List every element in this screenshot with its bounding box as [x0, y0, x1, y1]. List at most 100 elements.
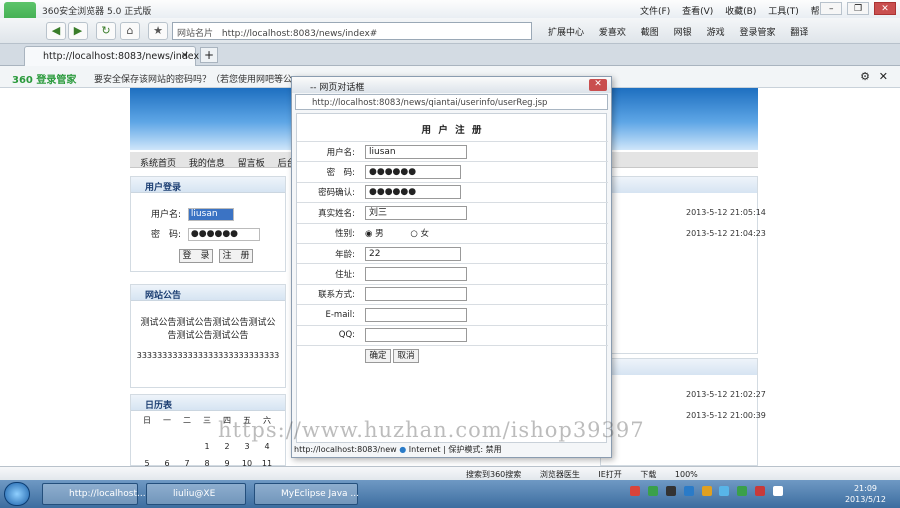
username-input[interactable]: liusan — [365, 144, 467, 159]
site-card-label[interactable]: 网站名片 — [177, 29, 213, 39]
clock[interactable]: 21:09 2013/5/12 — [845, 483, 886, 505]
dialog-title: -- 网页对话框 — [310, 83, 365, 93]
tray-icon[interactable] — [737, 486, 748, 496]
age-input[interactable]: 22 — [365, 246, 461, 261]
calendar-day — [137, 432, 157, 449]
status-zoom[interactable]: 100% — [675, 470, 698, 479]
submit-button[interactable]: 确定 — [365, 348, 391, 363]
message-date: 2013-5-12 21:02:27 — [686, 390, 766, 399]
login-panel-title: 用户登录 — [131, 177, 285, 193]
calendar-day[interactable]: 3 — [237, 442, 257, 459]
tray-icon[interactable] — [647, 486, 658, 496]
weekday-mon: 一 — [163, 416, 171, 425]
weekday-tue: 二 — [183, 416, 191, 425]
toolbar-games[interactable]: 游戏 — [707, 28, 725, 38]
tray-icon[interactable] — [719, 486, 730, 496]
confirm-password-input[interactable]: ●●●●●● — [365, 185, 461, 200]
address-bar[interactable]: 网站名片 http://localhost:8083/news/index# — [172, 22, 532, 40]
menu-file[interactable]: 文件(F) — [640, 7, 670, 17]
maximize-icon[interactable]: ❐ — [847, 2, 870, 15]
dialog-status-bar: http://localhost:8083/new ● Internet | 保… — [294, 442, 609, 456]
calendar-panel-title: 日历表 — [131, 395, 285, 411]
window-title: 360安全浏览器 5.0 正式版 — [42, 7, 152, 17]
register-button[interactable]: 注 册 — [219, 249, 253, 263]
tab-close-icon[interactable]: × — [181, 50, 189, 61]
address-input[interactable] — [365, 267, 467, 282]
field-label: 性别: — [297, 222, 359, 244]
calendar-day — [177, 432, 197, 449]
status-search[interactable]: 搜索到360搜索 — [466, 470, 521, 479]
status-download[interactable]: 下载 — [640, 470, 656, 479]
calendar-day — [157, 432, 177, 449]
field-label: 密 码: — [297, 161, 359, 183]
dialog-close-icon[interactable]: ✕ — [589, 79, 607, 91]
status-doctor[interactable]: 浏览器医生 — [540, 470, 580, 479]
window-controls: – ❐ ✕ — [818, 2, 896, 15]
toolbar-extensions[interactable]: 扩展中心 — [548, 28, 584, 38]
tray-icon[interactable] — [683, 486, 694, 496]
field-label: 密码确认: — [297, 181, 359, 203]
tray-icon[interactable] — [665, 486, 676, 496]
menu-favorites[interactable]: 收藏(B) — [725, 7, 756, 17]
calendar-day[interactable]: 2 — [217, 442, 237, 459]
login-password-label: 密 码: — [151, 230, 182, 240]
gear-icon[interactable]: ⚙ — [860, 70, 870, 83]
task-myeclipse[interactable]: MyEclipse Java ... — [254, 483, 359, 505]
menu-view[interactable]: 查看(V) — [682, 7, 713, 17]
new-tab-icon[interactable]: + — [200, 47, 218, 63]
back-icon[interactable]: ◀ — [46, 22, 66, 40]
calendar-day[interactable]: 4 — [257, 442, 277, 459]
minimize-icon[interactable]: – — [820, 2, 843, 15]
login-button[interactable]: 登 录 — [179, 249, 213, 263]
clock-date: 2013/5/12 — [844, 495, 886, 504]
email-input[interactable] — [365, 307, 467, 322]
tray-icon[interactable] — [701, 486, 712, 496]
news-panel-header — [601, 177, 757, 193]
toolbar-favorites[interactable]: 爱喜欢 — [599, 28, 626, 38]
home-icon[interactable]: ⌂ — [120, 22, 140, 40]
real-name-input[interactable]: 刘三 — [365, 205, 467, 220]
toolbar-bank[interactable]: 网银 — [674, 28, 692, 38]
login-username-label: 用户名: — [151, 210, 182, 220]
browser-status-bar: 搜索到360搜索 浏览器医生 IE打开 下载 100% — [0, 466, 900, 480]
menu-tools[interactable]: 工具(T) — [768, 7, 799, 17]
toolbar-screenshot[interactable]: 截图 — [641, 28, 659, 38]
password-input[interactable]: ●●●●●● — [365, 165, 461, 180]
gender-male-radio-icon[interactable]: ◉ — [365, 229, 372, 239]
weekday-wed: 三 — [203, 416, 211, 425]
tray-icon[interactable] — [755, 486, 766, 496]
task-database[interactable]: liuliu@XE — [146, 483, 246, 505]
field-label: QQ: — [297, 324, 359, 346]
password-prompt-message: 要安全保存该网站的密码吗？（若您使用网吧等公 — [94, 75, 293, 85]
contact-input[interactable] — [365, 287, 467, 302]
login-panel: 用户登录 用户名: liusan 密 码: ●●●●●● 登 录 注 册 — [130, 176, 286, 272]
field-label: 用户名: — [297, 140, 359, 162]
menu-home[interactable]: 系统首页 — [140, 159, 176, 169]
field-label: 住址: — [297, 263, 359, 285]
toolbar-translate[interactable]: 翻译 — [790, 28, 808, 38]
star-icon[interactable]: ★ — [148, 22, 168, 40]
toolbar-login-manager[interactable]: 登录管家 — [739, 28, 775, 38]
refresh-icon[interactable]: ↻ — [96, 22, 116, 40]
login-username-input[interactable]: liusan — [187, 208, 234, 221]
form-table: 用户名: liusan 密 码: ●●●●●● 密码确认: ●●●●●● 真实姓名: 刘… — [297, 140, 608, 366]
tab-label: http://localhost:8083/news/index — [43, 51, 200, 62]
volume-icon[interactable] — [773, 486, 783, 496]
windows-start-icon[interactable] — [4, 482, 30, 506]
close-icon[interactable]: ✕ — [874, 2, 896, 15]
cancel-button[interactable]: 取消 — [393, 348, 419, 363]
tray-icon[interactable] — [630, 486, 640, 496]
gender-female-radio-icon[interactable]: ○ — [410, 229, 417, 239]
status-ie-open[interactable]: IE打开 — [598, 470, 621, 479]
login-password-input[interactable]: ●●●●●● — [187, 228, 260, 241]
calendar-day[interactable]: 1 — [197, 442, 217, 459]
close-icon[interactable]: ✕ — [879, 70, 888, 83]
qq-input[interactable] — [365, 328, 467, 343]
forward-icon[interactable]: ▶ — [68, 22, 88, 40]
notice-panel-title: 网站公告 — [131, 285, 285, 301]
address-url[interactable]: http://localhost:8083/news/index# — [222, 29, 377, 39]
task-browser[interactable]: http://localhost... — [42, 483, 146, 505]
menu-my-info[interactable]: 我的信息 — [189, 159, 225, 169]
tab-localhost[interactable]: http://localhost:8083/news/index × — [24, 46, 200, 66]
menu-guestbook[interactable]: 留言板 — [238, 159, 265, 169]
